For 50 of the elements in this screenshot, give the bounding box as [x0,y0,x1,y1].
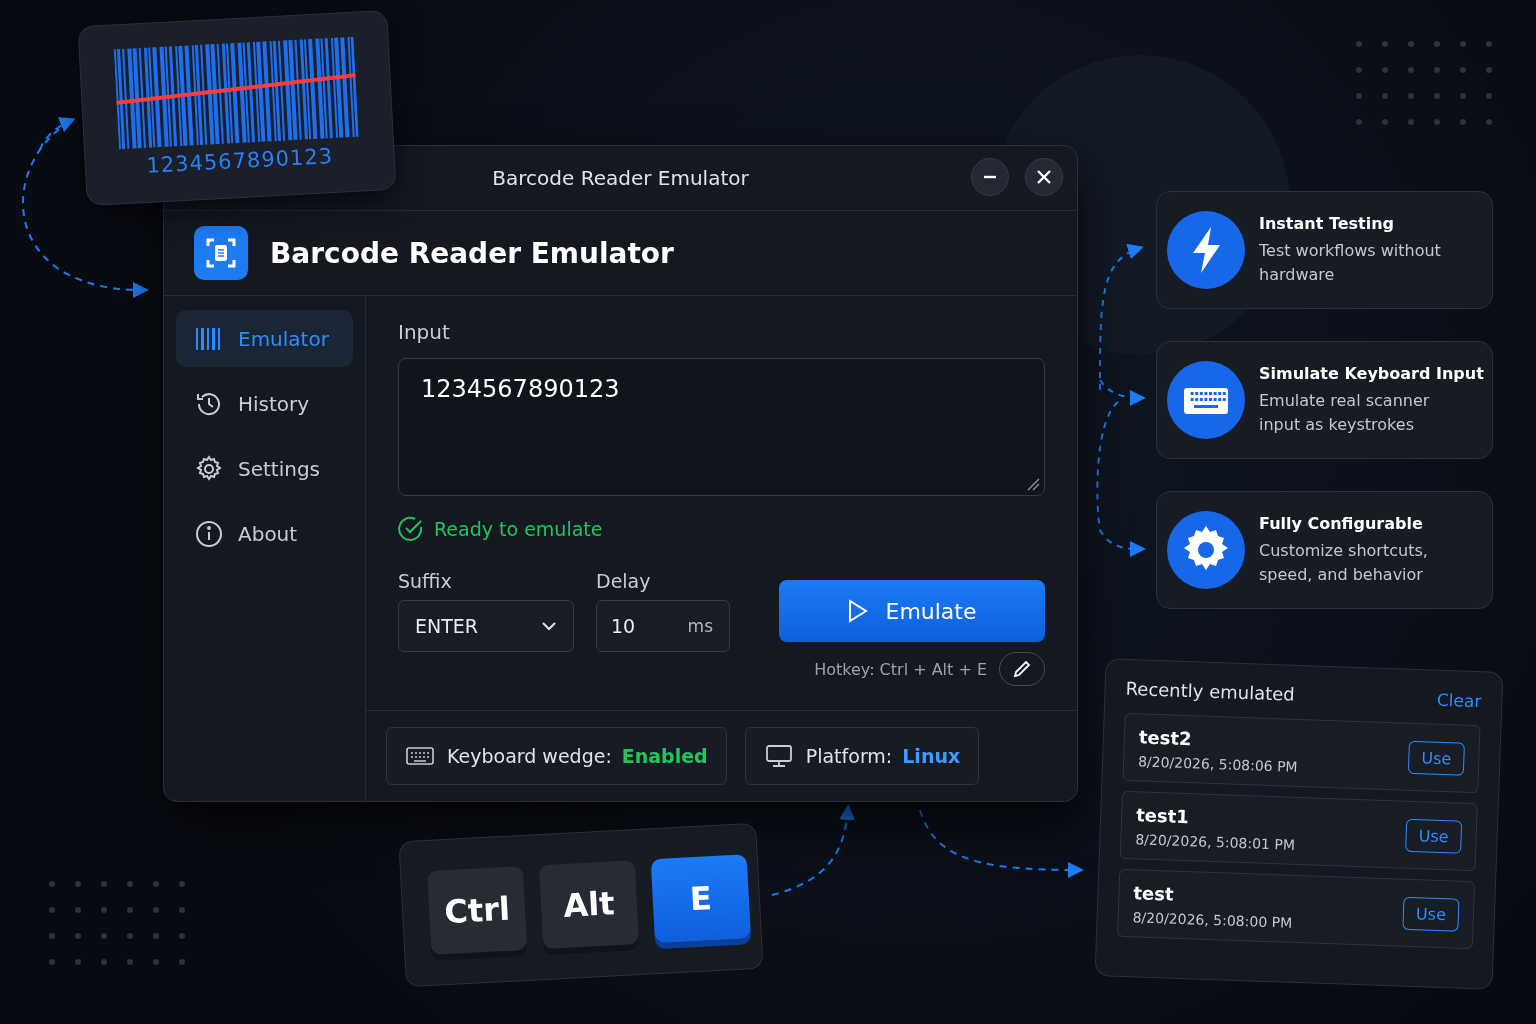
panel-title: Recently emulated [1125,677,1296,705]
item-timestamp: 8/20/2026, 5:08:01 PM [1135,830,1296,853]
app-icon [194,226,248,280]
edit-hotkey-button[interactable] [999,652,1045,686]
input-field[interactable]: 1234567890123 [398,358,1045,496]
field-label: Suffix [398,570,453,592]
hotkey-text: Hotkey: Ctrl + Alt + E [814,659,987,679]
clear-link[interactable]: Clear [1436,689,1482,712]
status-label: Keyboard wedge: [447,745,612,767]
field-label: Input [398,320,451,344]
sidebar-item[interactable]: About [176,505,353,562]
chevron-down-icon [541,621,557,631]
item-name: test1 [1135,803,1191,829]
play-icon [847,599,870,623]
keyboard-icon [405,744,435,768]
pencil-icon [1012,659,1032,679]
feature-description: Emulate real scanner input as keystrokes [1259,389,1431,436]
barcode-number: 1234567890123 [145,144,334,178]
app-title: Barcode Reader Emulator [270,236,674,270]
item-name: test [1133,881,1175,907]
info-icon [194,518,224,549]
close-button[interactable] [1025,158,1063,196]
feature-description: Customize shortcuts, speed, and behavior [1259,539,1429,586]
item-timestamp: 8/20/2026, 5:08:00 PM [1132,908,1293,931]
emulate-button[interactable]: Emulate [779,580,1045,642]
sidebar-item[interactable]: History [176,375,353,432]
keyboard-icon [1167,361,1245,439]
suffix-dropdown[interactable]: ENTER [398,600,574,652]
feature-title: Simulate Keyboard Input [1259,363,1484,383]
use-button[interactable]: Use [1402,896,1460,932]
item-timestamp: 8/20/2026, 5:08:06 PM [1137,752,1298,775]
close-icon [1036,169,1052,185]
status-text: Ready to emulate [434,518,603,540]
check-circle-icon [398,516,424,542]
window-title: Barcode Reader Emulator [492,166,749,190]
delay-field[interactable]: 10 ms [596,600,730,652]
gear-icon [1167,511,1245,589]
sidebar-item[interactable]: Emulator [176,310,353,367]
lightning-icon [1167,211,1245,289]
item-name: test2 [1138,725,1193,751]
status-value: Enabled [621,745,708,767]
resize-grip-icon [1026,477,1040,491]
feature-title: Fully Configurable [1259,513,1423,533]
sidebar-item[interactable]: Settings [176,440,353,497]
feature-description: Test workflows without hardware [1259,239,1442,286]
monitor-icon [763,744,794,768]
feature-title: Instant Testing [1259,213,1395,233]
field-label: Delay [596,570,652,592]
status-label: Platform: [805,745,893,767]
status-value: Linux [902,745,961,767]
